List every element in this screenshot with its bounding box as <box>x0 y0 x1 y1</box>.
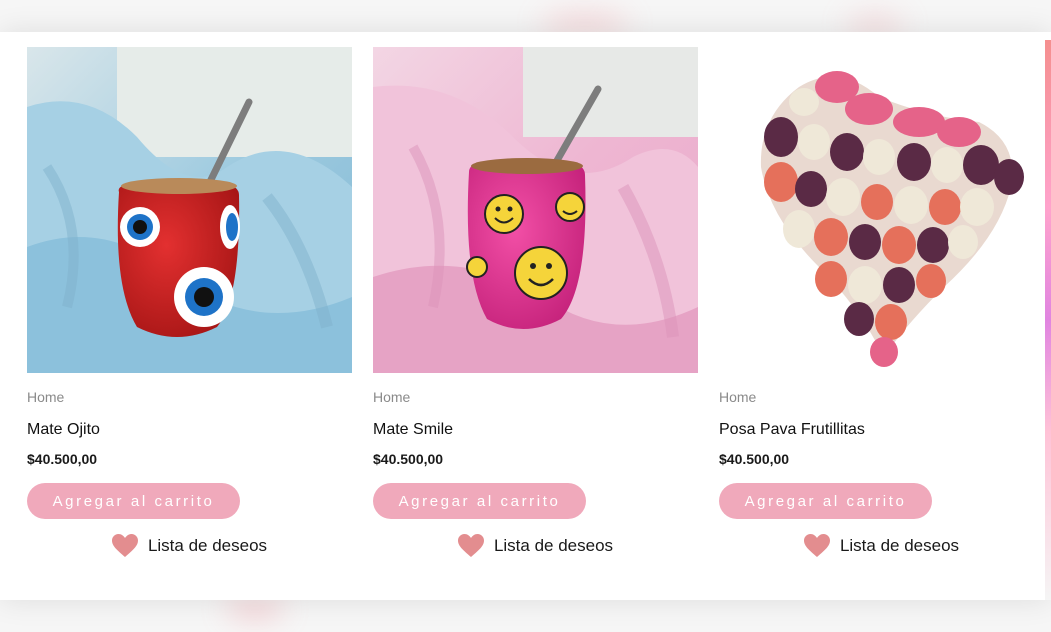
product-name[interactable]: Mate Ojito <box>27 420 352 440</box>
heart-icon <box>803 534 830 558</box>
product-image[interactable] <box>27 47 352 373</box>
product-price: $40.500,00 <box>27 451 98 467</box>
product-card: Home Mate Ojito $40.500,00 Agregar al ca… <box>27 47 352 559</box>
product-image[interactable] <box>373 47 698 373</box>
product-name[interactable]: Mate Smile <box>373 420 698 440</box>
product-category[interactable]: Home <box>719 388 1044 406</box>
product-card: Home Posa Pava Frutillitas $40.500,00 Ag… <box>719 47 1044 559</box>
page-stage: Home Mate Ojito $40.500,00 Agregar al ca… <box>0 0 1051 632</box>
wishlist-label: Lista de deseos <box>147 536 268 555</box>
wishlist-label: Lista de deseos <box>493 536 614 555</box>
wishlist-button[interactable]: Lista de deseos <box>27 533 352 559</box>
background-blur <box>225 598 285 620</box>
heart-icon <box>457 534 484 558</box>
background-blur <box>845 14 905 34</box>
background-blur <box>540 12 630 34</box>
product-category[interactable]: Home <box>27 388 352 406</box>
add-to-cart-button[interactable]: Agregar al carrito <box>27 483 240 519</box>
product-card: Home Mate Smile $40.500,00 Agregar al ca… <box>373 47 698 559</box>
add-to-cart-button[interactable]: Agregar al carrito <box>719 483 932 519</box>
wishlist-label: Lista de deseos <box>839 536 960 555</box>
product-category[interactable]: Home <box>373 388 698 406</box>
wishlist-button[interactable]: Lista de deseos <box>719 533 1044 559</box>
product-price: $40.500,00 <box>719 451 790 467</box>
next-card-edge <box>1045 40 1051 600</box>
add-to-cart-button[interactable]: Agregar al carrito <box>373 483 586 519</box>
product-image[interactable] <box>719 47 1044 373</box>
heart-icon <box>111 534 138 558</box>
product-price: $40.500,00 <box>373 451 444 467</box>
wishlist-button[interactable]: Lista de deseos <box>373 533 698 559</box>
product-name[interactable]: Posa Pava Frutillitas <box>719 420 1044 440</box>
